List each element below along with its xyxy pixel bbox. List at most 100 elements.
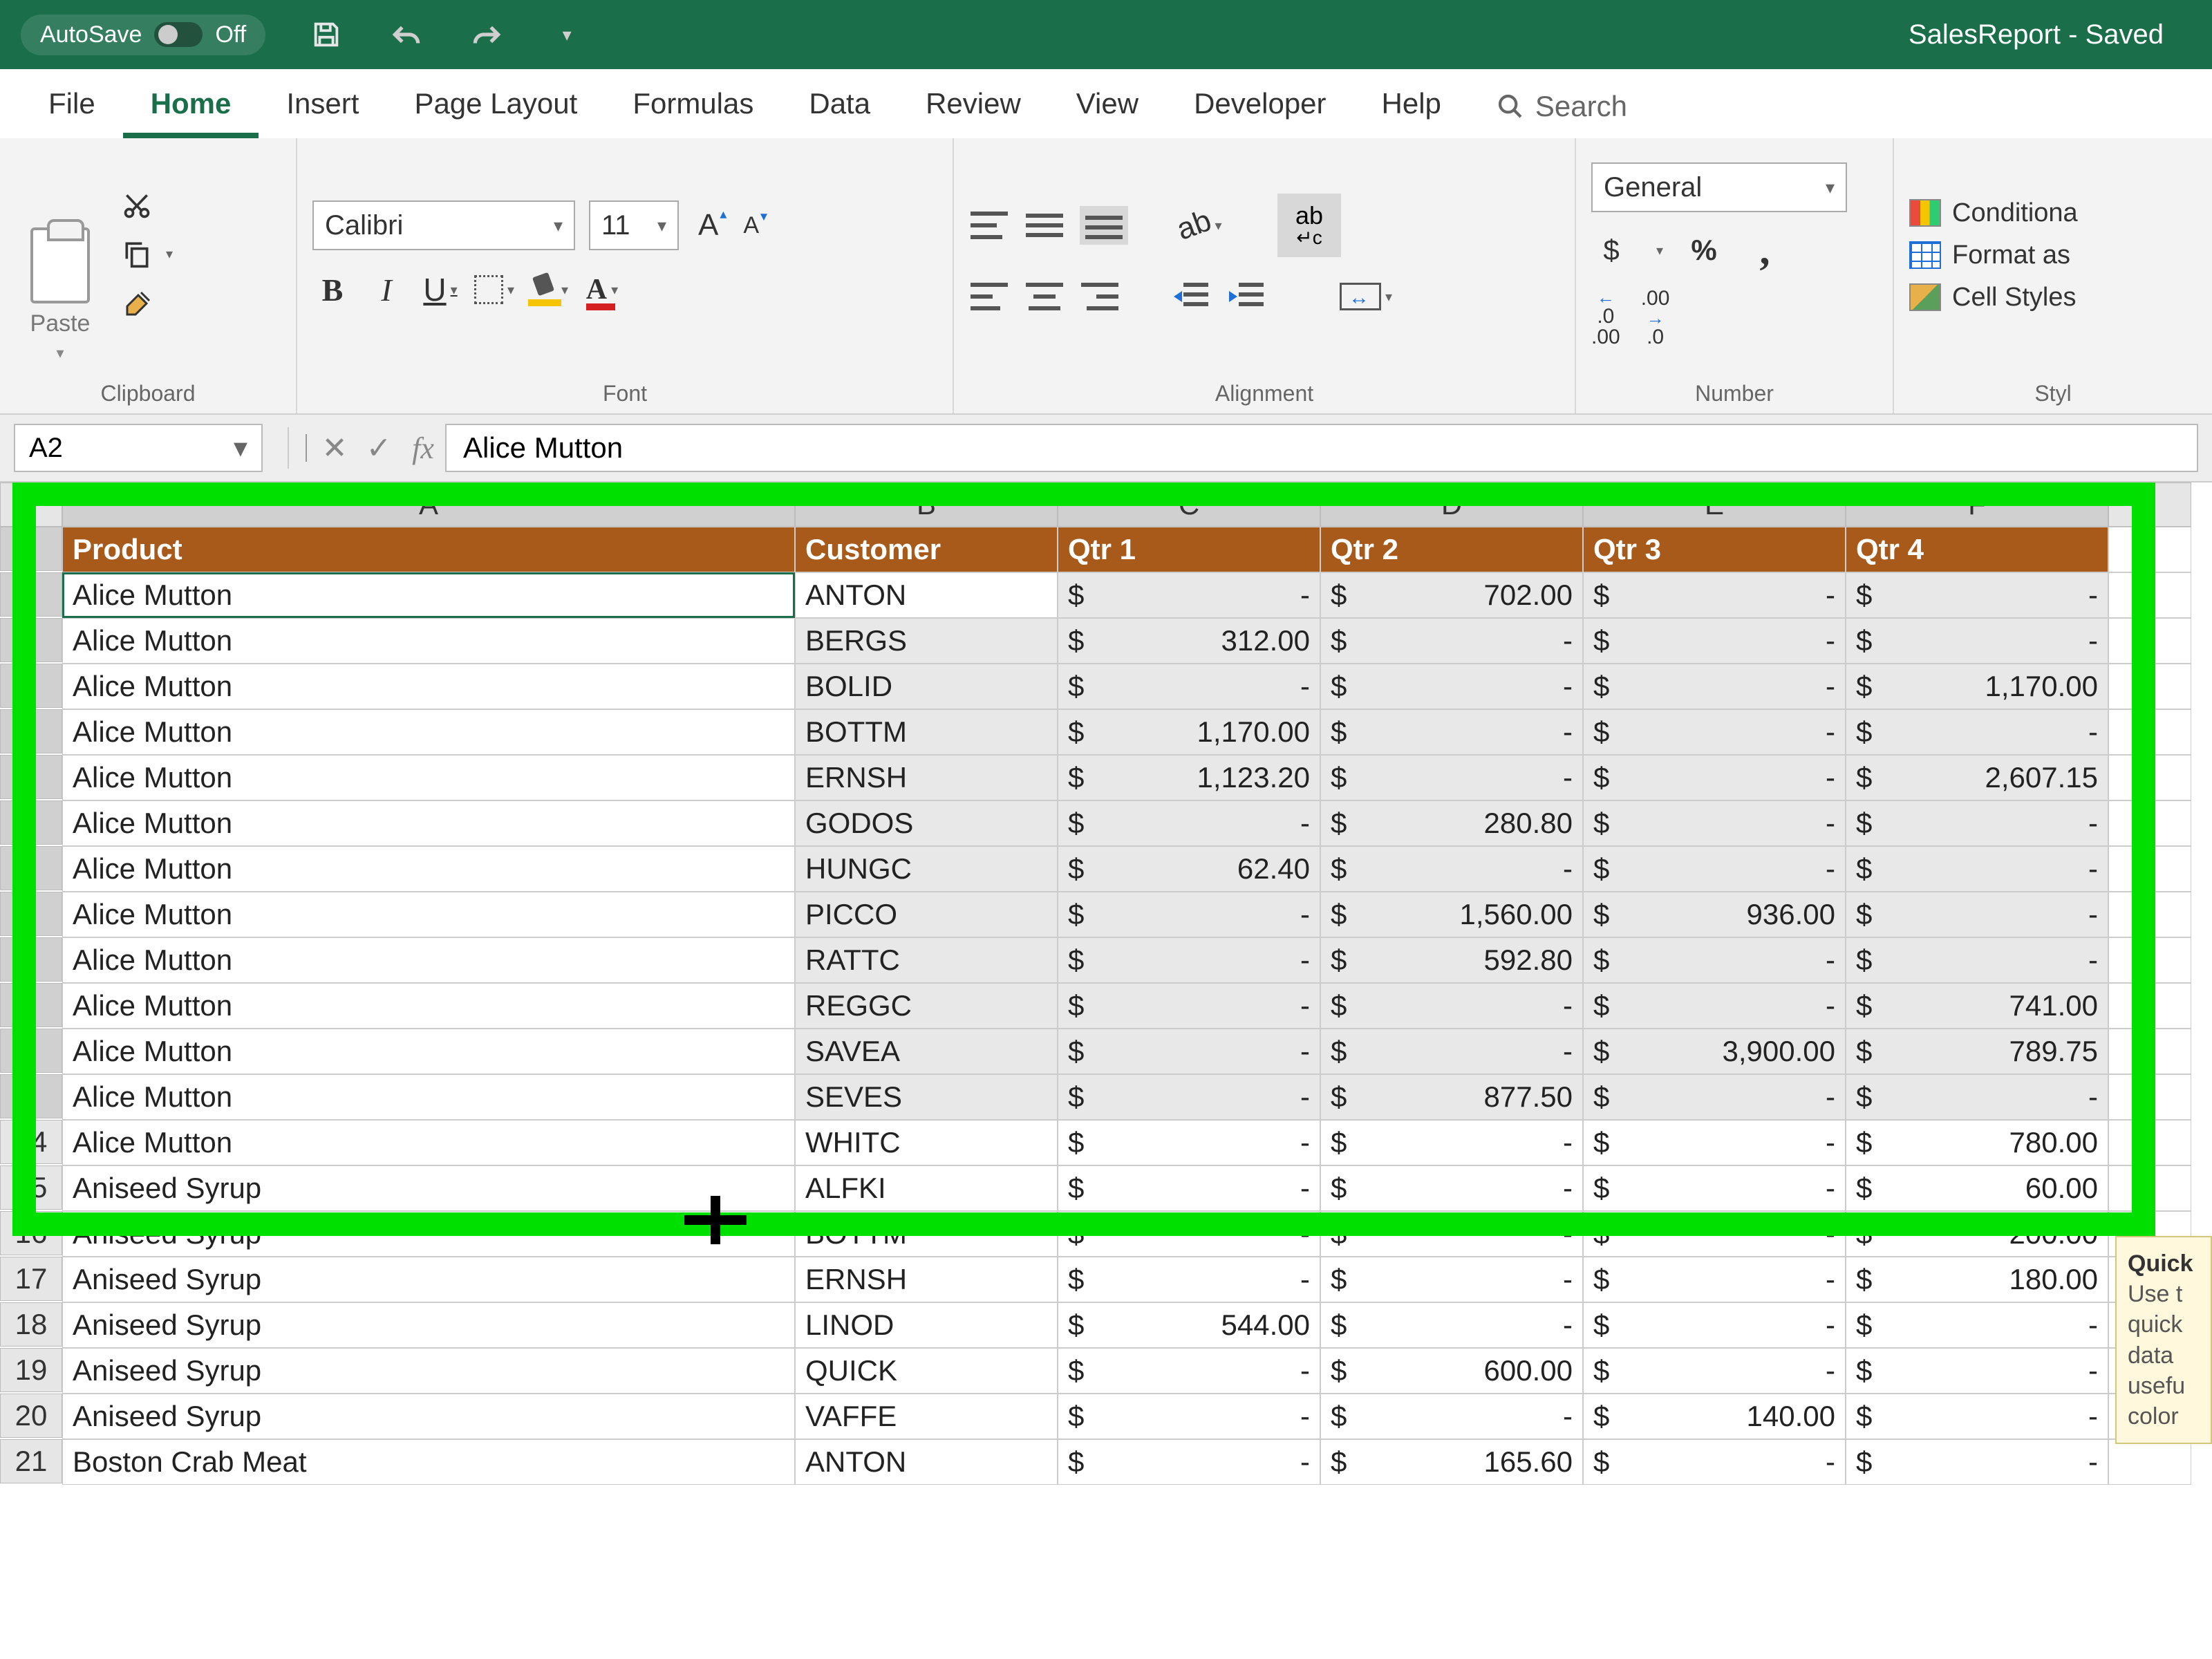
cell-quarter[interactable]: $- — [1583, 1257, 1846, 1302]
cell[interactable] — [2108, 800, 2191, 846]
cell-product[interactable]: Aniseed Syrup — [62, 1257, 795, 1302]
cell-customer[interactable]: VAFFE — [795, 1394, 1058, 1439]
table-header-cell[interactable]: Qtr 2 — [1320, 527, 1583, 572]
cell-quarter[interactable]: $- — [1846, 846, 2108, 892]
cell[interactable] — [2108, 1074, 2191, 1120]
cell[interactable] — [2108, 527, 2191, 572]
column-header[interactable]: C — [1058, 482, 1320, 527]
cell-quarter[interactable]: $- — [1583, 1165, 1846, 1211]
cell-quarter[interactable]: $- — [1320, 1165, 1583, 1211]
undo-button[interactable] — [387, 15, 426, 54]
row-header[interactable] — [0, 618, 62, 662]
row-header[interactable] — [0, 1074, 62, 1118]
cell-quarter[interactable]: $- — [1320, 983, 1583, 1029]
row-header[interactable] — [0, 709, 62, 753]
cell-product[interactable]: Alice Mutton — [62, 800, 795, 846]
tab-view[interactable]: View — [1049, 72, 1166, 138]
align-center-button[interactable] — [1024, 276, 1065, 317]
cell-customer[interactable]: ALFKI — [795, 1165, 1058, 1211]
cell-quarter[interactable]: $- — [1058, 892, 1320, 937]
align-right-button[interactable] — [1080, 276, 1120, 317]
cell[interactable] — [2108, 892, 2191, 937]
cell-customer[interactable]: BERGS — [795, 618, 1058, 664]
cell-quarter[interactable]: $- — [1058, 1439, 1320, 1485]
cell-quarter[interactable]: $- — [1583, 983, 1846, 1029]
cell-quarter[interactable]: $- — [1583, 1302, 1846, 1348]
cell-quarter[interactable]: $- — [1583, 1211, 1846, 1257]
percent-format-button[interactable] — [1684, 230, 1724, 270]
cell[interactable] — [2108, 755, 2191, 800]
cell-quarter[interactable]: $- — [1058, 1120, 1320, 1165]
cell-quarter[interactable]: $- — [1058, 1394, 1320, 1439]
row-header[interactable] — [0, 1029, 62, 1073]
row-header[interactable] — [0, 846, 62, 890]
table-header-cell[interactable]: Qtr 3 — [1583, 527, 1846, 572]
tab-review[interactable]: Review — [898, 72, 1049, 138]
row-header[interactable] — [0, 937, 62, 982]
table-header-cell[interactable]: Qtr 1 — [1058, 527, 1320, 572]
worksheet-grid[interactable]: ABCDEFProductCustomerQtr 1Qtr 2Qtr 3Qtr … — [0, 482, 2212, 1485]
cell-quarter[interactable]: $- — [1058, 1257, 1320, 1302]
cell-quarter[interactable]: $- — [1058, 1165, 1320, 1211]
align-middle-button[interactable] — [1024, 205, 1065, 245]
qat-customize-caret[interactable]: ▾ — [547, 15, 586, 54]
row-header[interactable]: 21 — [0, 1439, 62, 1483]
row-header[interactable]: 17 — [0, 1257, 62, 1301]
cell-quarter[interactable]: $312.00 — [1058, 618, 1320, 664]
cell-quarter[interactable]: $1,170.00 — [1058, 709, 1320, 755]
cell-customer[interactable]: SAVEA — [795, 1029, 1058, 1074]
tab-file[interactable]: File — [21, 72, 123, 138]
fill-color-button[interactable]: ▾ — [528, 270, 568, 310]
cut-button[interactable] — [122, 190, 173, 221]
cell[interactable] — [2108, 937, 2191, 983]
cell-quarter[interactable]: $165.60 — [1320, 1439, 1583, 1485]
cell-quarter[interactable]: $- — [1846, 618, 2108, 664]
table-header-cell[interactable]: Qtr 4 — [1846, 527, 2108, 572]
font-name-combo[interactable]: Calibri▾ — [312, 200, 575, 250]
row-header[interactable]: 18 — [0, 1302, 62, 1347]
row-header[interactable] — [0, 755, 62, 799]
tab-help[interactable]: Help — [1354, 72, 1469, 138]
cell-quarter[interactable]: $789.75 — [1846, 1029, 2108, 1074]
cell-quarter[interactable]: $- — [1320, 1394, 1583, 1439]
insert-function-button[interactable]: fx — [401, 431, 445, 466]
cell-customer[interactable]: BOTTM — [795, 1211, 1058, 1257]
underline-button[interactable]: U▾ — [420, 270, 460, 310]
format-as-table-button[interactable]: Format as — [1909, 241, 2197, 270]
column-header[interactable] — [2108, 482, 2191, 527]
cell-quarter[interactable]: $- — [1583, 664, 1846, 709]
cell-quarter[interactable]: $- — [1846, 1439, 2108, 1485]
cell-quarter[interactable]: $- — [1846, 1348, 2108, 1394]
align-bottom-button[interactable] — [1080, 206, 1128, 245]
cell-quarter[interactable]: $- — [1583, 1439, 1846, 1485]
cell-product[interactable]: Alice Mutton — [62, 1120, 795, 1165]
cell-quarter[interactable]: $- — [1320, 664, 1583, 709]
cell-product[interactable]: Aniseed Syrup — [62, 1394, 795, 1439]
cell-quarter[interactable]: $- — [1058, 800, 1320, 846]
cell-quarter[interactable]: $- — [1583, 800, 1846, 846]
cell-quarter[interactable]: $- — [1320, 1120, 1583, 1165]
cell-customer[interactable]: GODOS — [795, 800, 1058, 846]
tab-home[interactable]: Home — [123, 72, 259, 138]
table-header-cell[interactable]: Product — [62, 527, 795, 572]
cell-quarter[interactable]: $- — [1583, 1120, 1846, 1165]
cell-quarter[interactable]: $544.00 — [1058, 1302, 1320, 1348]
cell-quarter[interactable]: $780.00 — [1846, 1120, 2108, 1165]
cell-quarter[interactable]: $741.00 — [1846, 983, 2108, 1029]
cell-quarter[interactable]: $140.00 — [1583, 1394, 1846, 1439]
decrease-decimal-button[interactable]: .00→.0 — [1641, 288, 1670, 348]
cell-quarter[interactable]: $936.00 — [1583, 892, 1846, 937]
cell-quarter[interactable]: $702.00 — [1320, 572, 1583, 618]
merge-center-button[interactable]: ▾ — [1324, 276, 1407, 317]
cell-quarter[interactable]: $2,607.15 — [1846, 755, 2108, 800]
cell-quarter[interactable]: $- — [1058, 1029, 1320, 1074]
cell-customer[interactable]: ERNSH — [795, 1257, 1058, 1302]
tab-insert[interactable]: Insert — [259, 72, 386, 138]
increase-decimal-button[interactable]: ←.0.00 — [1591, 288, 1620, 348]
tab-page-layout[interactable]: Page Layout — [386, 72, 605, 138]
row-header[interactable]: 15 — [0, 1165, 62, 1210]
cell-quarter[interactable]: $- — [1583, 618, 1846, 664]
cell-customer[interactable]: ANTON — [795, 1439, 1058, 1485]
cell-quarter[interactable]: $- — [1583, 709, 1846, 755]
shrink-font-button[interactable]: A▴ — [738, 212, 765, 239]
